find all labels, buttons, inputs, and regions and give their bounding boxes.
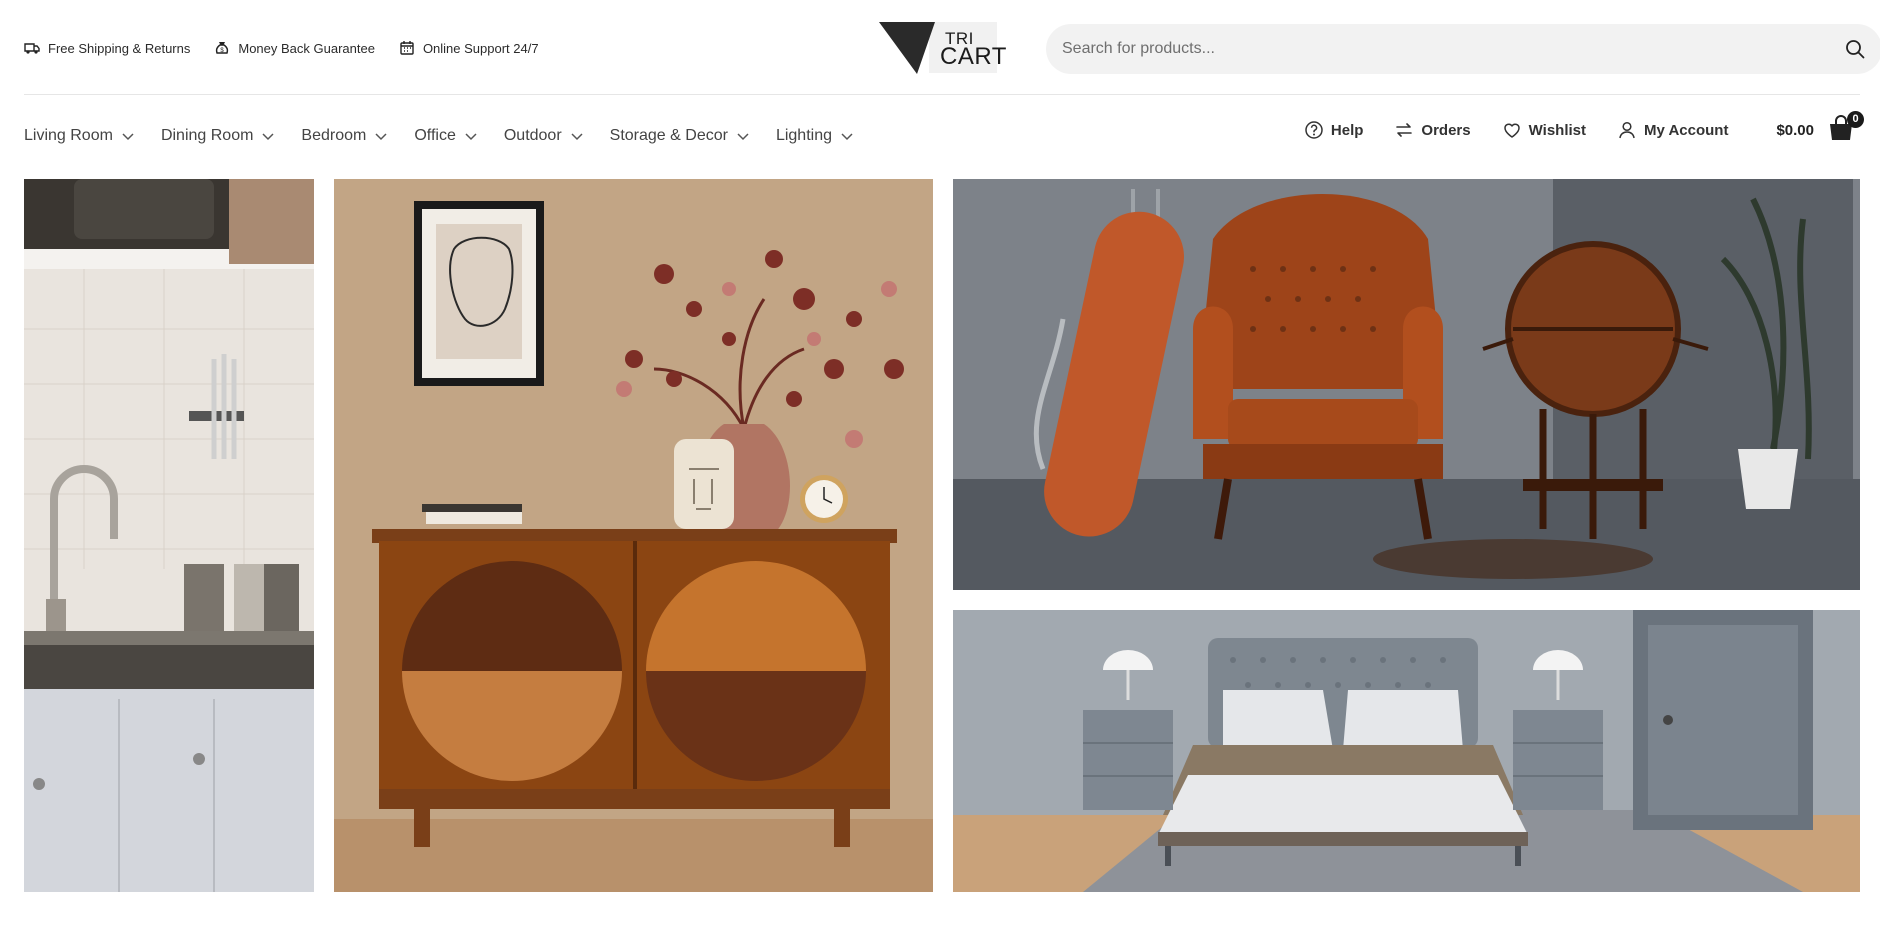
perk-label: Free Shipping & Returns [48, 40, 191, 56]
perk-label: Money Back Guarantee [238, 40, 375, 56]
category-label: Outdoor [503, 127, 562, 144]
chevron-down-icon [571, 133, 583, 141]
top-bar: Free Shipping & Returns $ Money Back Gua… [24, 0, 1880, 95]
cart-button[interactable]: 0 [1826, 111, 1864, 147]
tricart-logo[interactable]: TRI CART [879, 22, 1024, 74]
category-label: Living Room [24, 127, 113, 144]
help-link[interactable]: Help [1304, 120, 1364, 140]
orders-link[interactable]: Orders [1394, 120, 1471, 140]
kitchen-image [24, 179, 314, 892]
category-label: Storage & Decor [609, 127, 728, 144]
category-living-room[interactable]: Living Room [24, 127, 135, 145]
perk-label: Online Support 24/7 [422, 40, 539, 56]
armchair-image [953, 179, 1860, 590]
chevron-down-icon [122, 133, 134, 141]
armchair-banner[interactable] [953, 179, 1860, 590]
sideboard-banner[interactable] [334, 179, 933, 892]
wishlist-label: Wishlist [1528, 121, 1586, 139]
search-icon[interactable] [1844, 38, 1866, 60]
wishlist-link[interactable]: Wishlist [1502, 120, 1586, 140]
chevron-down-icon [737, 133, 749, 141]
cart-count-badge: 0 [1847, 111, 1864, 128]
utility-links: Help Orders Wishlist My Account $0.00 0 [1304, 111, 1864, 147]
my-account-link[interactable]: My Account [1617, 120, 1728, 140]
perks-list: Free Shipping & Returns $ Money Back Gua… [24, 40, 539, 56]
chevron-down-icon [841, 133, 853, 141]
category-storage-decor[interactable]: Storage & Decor [610, 127, 750, 145]
category-office[interactable]: Office [414, 127, 478, 145]
user-icon [1619, 121, 1635, 139]
main-nav: Living Room Dining Room Bedroom Office O… [24, 95, 1864, 179]
help-icon [1305, 121, 1323, 139]
orders-label: Orders [1421, 121, 1471, 139]
search-input[interactable] [1062, 24, 1822, 74]
chevron-down-icon [465, 133, 477, 141]
bedroom-image [953, 610, 1860, 892]
sideboard-image [334, 179, 933, 892]
chevron-down-icon [262, 133, 274, 141]
category-dining-room[interactable]: Dining Room [161, 127, 275, 145]
perk-guarantee: $ Money Back Guarantee [214, 40, 375, 56]
category-label: Lighting [775, 127, 832, 144]
my-account-label: My Account [1644, 121, 1729, 139]
truck-icon [24, 43, 40, 54]
category-label: Dining Room [160, 127, 254, 144]
bedroom-banner[interactable] [953, 610, 1860, 892]
orders-icon [1396, 123, 1413, 137]
calendar-icon [400, 41, 414, 55]
category-menu: Living Room Dining Room Bedroom Office O… [24, 127, 854, 145]
perk-support: Online Support 24/7 [399, 40, 539, 56]
category-outdoor[interactable]: Outdoor [504, 127, 584, 145]
perk-shipping: Free Shipping & Returns [24, 40, 190, 56]
search-bar [1046, 24, 1880, 74]
category-label: Bedroom [301, 127, 367, 144]
category-bedroom[interactable]: Bedroom [301, 127, 388, 145]
heart-icon [1503, 123, 1520, 138]
category-label: Office [414, 127, 456, 144]
logo-text-bottom: CART [940, 43, 1007, 70]
chevron-down-icon [375, 133, 387, 141]
cart-total[interactable]: $0.00 [1776, 122, 1814, 139]
kitchen-banner[interactable] [24, 179, 314, 892]
logo-triangle-icon [879, 22, 935, 74]
help-label: Help [1330, 121, 1364, 139]
category-lighting[interactable]: Lighting [776, 127, 854, 145]
money-bag-icon: $ [216, 42, 229, 54]
